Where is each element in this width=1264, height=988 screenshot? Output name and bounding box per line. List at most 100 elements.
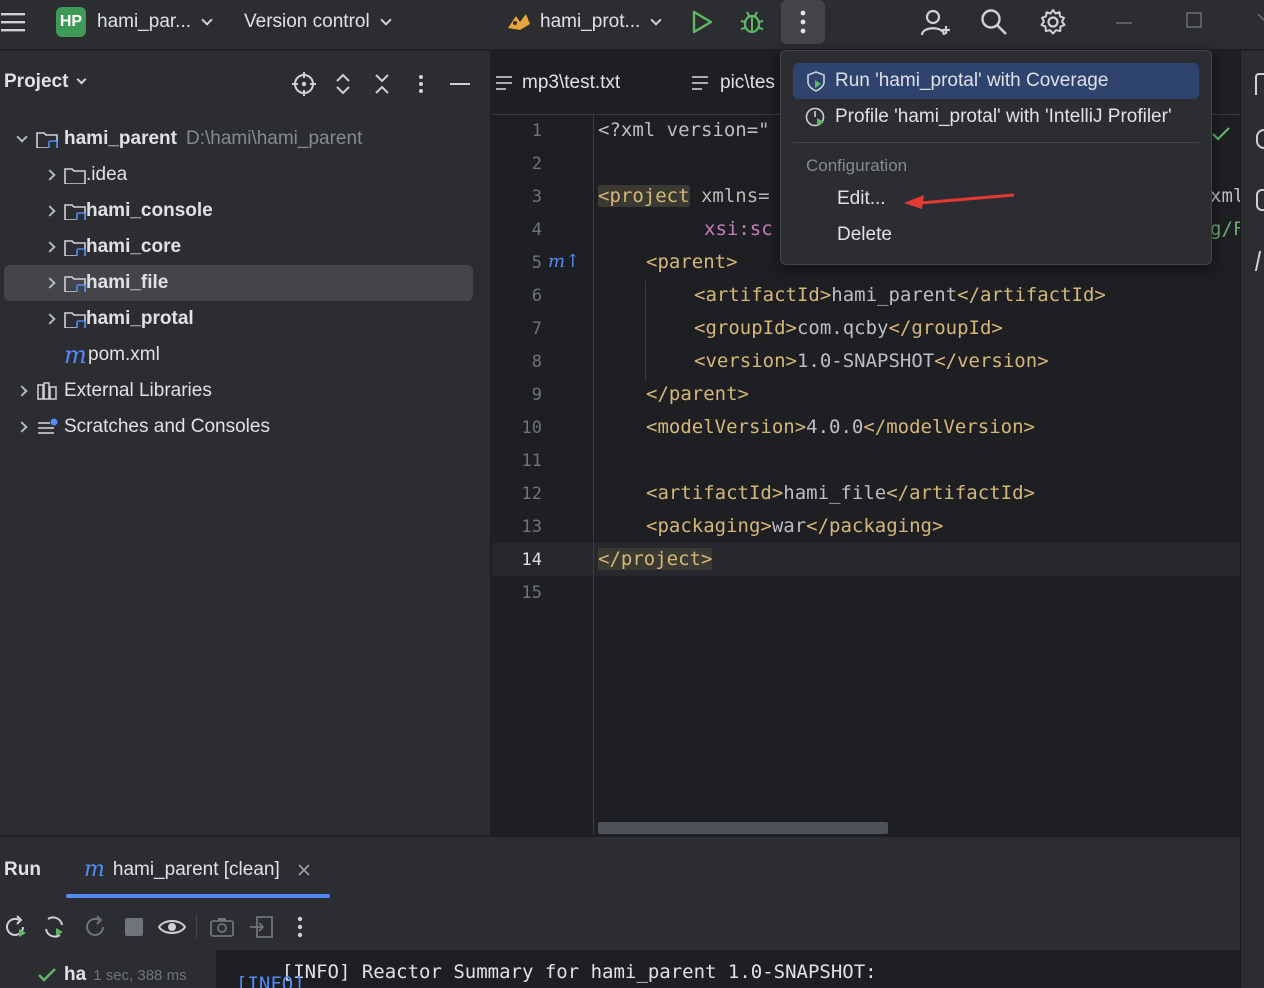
project-switcher[interactable]: HP hami_par...	[56, 0, 213, 44]
editor-tab-test-txt[interactable]: mp3\test.txt	[496, 51, 620, 115]
library-icon	[37, 382, 57, 400]
chevron-down-icon	[76, 74, 87, 85]
debug-icon[interactable]	[738, 8, 766, 36]
scratches-icon	[38, 418, 58, 434]
tree-item-external-libraries[interactable]: External Libraries	[4, 373, 473, 409]
project-badge: HP	[56, 7, 86, 37]
console-line: [INFO]	[236, 973, 305, 988]
tab-label: mp3\test.txt	[522, 72, 621, 93]
console-output[interactable]: [INFO] Reactor Summary for hami_parent 1…	[216, 950, 1240, 988]
ai-assistant-icon[interactable]	[1256, 129, 1264, 149]
more-actions-icon[interactable]	[781, 0, 825, 44]
code-line-9: </parent>	[646, 383, 749, 405]
rerun-failed-icon[interactable]	[40, 913, 68, 941]
line-number: 15	[521, 583, 542, 603]
run-config-name: hami_prot...	[540, 11, 641, 32]
project-name: hami_par...	[97, 11, 191, 32]
right-tool-strip	[1240, 51, 1264, 988]
export-icon[interactable]	[248, 913, 276, 941]
maven-tool-icon[interactable]	[1254, 251, 1264, 271]
tree-item-pom-xml[interactable]: m pom.xml	[4, 337, 473, 373]
maximize-window-icon[interactable]	[1182, 8, 1206, 32]
inspection-ok-icon[interactable]	[1212, 127, 1230, 141]
code-line-10: <modelVersion>4.0.0</modelVersion>	[646, 416, 1035, 438]
run-tab-label: hami_parent [clean]	[112, 858, 280, 880]
minimize-window-icon[interactable]	[1112, 8, 1136, 32]
module-folder-icon	[64, 204, 86, 220]
line-number: 10	[521, 418, 542, 438]
line-number: 13	[521, 517, 542, 537]
maven-icon: m	[64, 341, 87, 369]
search-icon[interactable]	[978, 6, 1010, 38]
locate-file-icon[interactable]	[291, 71, 317, 97]
chevron-right-icon	[44, 313, 56, 325]
project-panel-header[interactable]: Project	[4, 71, 87, 93]
success-check-icon	[38, 968, 56, 982]
main-menu-icon[interactable]	[0, 8, 26, 36]
horizontal-scrollbar[interactable]	[598, 822, 888, 834]
module-folder-icon	[64, 240, 86, 256]
collapse-all-icon[interactable]	[371, 71, 393, 97]
database-icon[interactable]	[1256, 189, 1264, 211]
notifications-icon[interactable]	[1255, 73, 1264, 95]
close-window-icon[interactable]	[1252, 8, 1264, 32]
tree-item-label: Scratches and Consoles	[64, 416, 270, 437]
code-line-3: <project xmlns=	[598, 185, 770, 207]
tree-item-hami-file[interactable]: hami_file	[4, 265, 473, 301]
run-config-selector[interactable]: hami_prot...	[506, 0, 662, 44]
tree-item-idea[interactable]: .idea	[4, 157, 473, 193]
folder-icon	[64, 168, 86, 184]
line-number: 11	[521, 451, 542, 471]
tree-item-label: .idea	[86, 164, 128, 185]
delete-configuration-item[interactable]: Delete	[793, 217, 1199, 253]
close-icon[interactable]	[298, 863, 310, 876]
tab-label: pic\tes	[720, 72, 775, 93]
toolbar-divider	[196, 915, 197, 939]
code-line-12: <artifactId>hami_file</artifactId>	[646, 482, 1035, 504]
tree-item-label: hami_protal	[86, 308, 194, 329]
camera-icon[interactable]	[208, 913, 236, 941]
chevron-down-icon	[380, 13, 392, 26]
add-user-icon[interactable]	[918, 6, 952, 40]
run-with-coverage-item[interactable]: Run 'hami_protal' with Coverage	[793, 63, 1199, 99]
expand-all-icon[interactable]	[332, 71, 354, 97]
hide-panel-icon[interactable]	[448, 71, 472, 97]
maven-parent-gutter-icon[interactable]: m↑	[548, 251, 580, 272]
stop-icon[interactable]	[120, 913, 148, 941]
tree-item-hami-protal[interactable]: hami_protal	[4, 301, 473, 337]
tree-root-hami-parent[interactable]: hami_parent D:\hami\hami_parent	[4, 121, 473, 157]
menu-item-label: Run 'hami_protal' with Coverage	[835, 70, 1109, 91]
tree-item-hami-core[interactable]: hami_core	[4, 229, 473, 265]
run-tree-label: ha	[64, 964, 87, 985]
run-tab[interactable]: m hami_parent [clean]	[84, 857, 310, 882]
tree-item-scratches[interactable]: Scratches and Consoles	[4, 409, 473, 445]
tree-item-hami-console[interactable]: hami_console	[4, 193, 473, 229]
tree-item-label: hami_file	[86, 272, 169, 293]
code-line-4: xsi:sc	[704, 218, 773, 240]
project-panel-title: Project	[4, 71, 69, 92]
run-options-icon[interactable]	[286, 913, 314, 941]
vcs-menu[interactable]: Version control	[244, 0, 392, 44]
project-tool-window: Project hami_parent D:\hami\hami_parent …	[0, 51, 491, 835]
run-icon[interactable]	[688, 8, 716, 36]
annotation-arrow	[904, 193, 1015, 209]
menu-item-label: Edit...	[837, 188, 886, 209]
rerun-icon[interactable]	[2, 913, 30, 941]
show-output-eye-icon[interactable]	[158, 913, 186, 941]
line-number: 6	[531, 286, 542, 306]
menu-item-label: Profile 'hami_protal' with 'IntelliJ Pro…	[835, 106, 1172, 127]
chevron-right-icon	[44, 205, 56, 217]
editor-tab-pic[interactable]: pic\tes	[692, 51, 775, 115]
line-number: 12	[521, 484, 542, 504]
console-line: [INFO] Reactor Summary for hami_parent 1…	[281, 961, 877, 983]
code-line-13: <packaging>war</packaging>	[646, 515, 944, 537]
settings-gear-icon[interactable]	[1037, 6, 1069, 38]
run-panel-title: Run	[4, 859, 41, 880]
profile-item[interactable]: Profile 'hami_protal' with 'IntelliJ Pro…	[793, 99, 1199, 135]
line-number-current: 14	[521, 550, 542, 570]
chevron-down-icon	[16, 131, 28, 143]
chevron-right-icon	[44, 241, 56, 253]
menu-separator	[793, 142, 1199, 143]
panel-options-icon[interactable]	[412, 71, 430, 97]
restart-icon[interactable]	[82, 913, 110, 941]
